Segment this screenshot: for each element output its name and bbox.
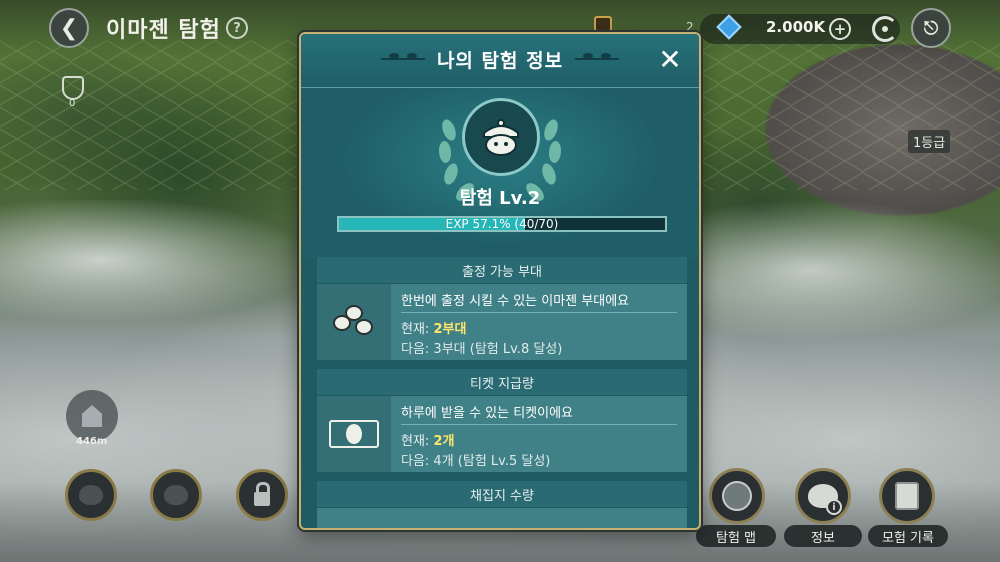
chest-icon xyxy=(594,16,612,32)
tickets-description: 하루에 받을 수 있는 티켓이에요 xyxy=(401,406,574,421)
tickets-current: 현재: 2개 xyxy=(401,430,454,449)
refresh-icon[interactable] xyxy=(872,16,898,42)
grade-badge: 1등급 xyxy=(908,130,951,153)
section-header-gathering: 채집지 수량 xyxy=(317,481,687,507)
section-header-tickets: 티켓 지급량 xyxy=(317,369,687,395)
explore-info-modal: 나의 탐험 정보 ✕ 탐험 Lv.2 EXP 57.1% (40/70) 출정 … xyxy=(299,32,701,530)
troop-slot-3-locked[interactable] xyxy=(236,469,288,521)
shield-count: 0 xyxy=(69,98,76,109)
exp-text: EXP 57.1% (40/70) xyxy=(445,217,559,231)
troop-slot-1[interactable] xyxy=(65,469,117,521)
section-card-gathering xyxy=(317,508,687,528)
modal-header: 나의 탐험 정보 ✕ xyxy=(301,34,699,88)
tickets-next: 다음: 4개 (탐험 Lv.5 달성) xyxy=(401,454,551,469)
exit-button[interactable]: ⎋ xyxy=(911,8,951,48)
mascot-icon xyxy=(483,119,519,156)
explore-level: 탐험 Lv.2 xyxy=(459,188,541,209)
level-emblem xyxy=(462,98,540,176)
close-button[interactable]: ✕ xyxy=(655,42,685,78)
page-title: 이마젠 탐험 xyxy=(106,18,221,43)
add-currency-button[interactable]: + xyxy=(829,18,851,40)
back-button[interactable]: ❮ xyxy=(49,8,89,48)
modal-title: 나의 탐험 정보 xyxy=(436,50,564,72)
section-header-troops: 출정 가능 부대 xyxy=(317,257,687,283)
level-emblem-area: 탐험 Lv.2 EXP 57.1% (40/70) xyxy=(301,88,699,258)
card-icon-box xyxy=(317,396,391,472)
mascot-icon xyxy=(164,485,188,505)
globe-icon xyxy=(722,481,752,511)
adventure-record-button[interactable] xyxy=(879,468,935,524)
exit-door-icon: ⎋ xyxy=(923,17,939,39)
info-icon: i xyxy=(826,499,842,515)
back-arrow-icon: ❮ xyxy=(59,15,79,41)
info-label[interactable]: 정보 xyxy=(784,525,862,547)
book-icon xyxy=(895,482,919,510)
troops-next: 다음: 3부대 (탐험 Lv.8 달성) xyxy=(401,342,563,357)
distance-label: 446m xyxy=(76,436,108,447)
troop-icon xyxy=(331,305,377,339)
leaf-ornament-icon xyxy=(575,53,619,68)
troops-description: 한번에 출정 시킬 수 있는 이마젠 부대에요 xyxy=(401,294,630,309)
mascot-icon xyxy=(79,485,103,505)
exp-progress-bar: EXP 57.1% (40/70) xyxy=(337,216,667,232)
tickets-current-value: 2개 xyxy=(433,434,455,449)
section-card-tickets: 하루에 받을 수 있는 티켓이에요 현재: 2개 다음: 4개 (탐험 Lv.5… xyxy=(317,396,687,472)
troops-current: 현재: 2부대 xyxy=(401,318,466,337)
currency-value: 2.000K xyxy=(766,18,826,36)
explore-map-button[interactable] xyxy=(709,468,765,524)
card-icon-box xyxy=(317,284,391,360)
explore-map-label[interactable]: 탐험 맵 xyxy=(696,525,776,547)
divider xyxy=(401,424,677,425)
current-prefix: 현재: xyxy=(401,322,430,337)
troops-current-value: 2부대 xyxy=(433,322,467,337)
house-icon xyxy=(82,405,102,427)
help-icon[interactable]: ? xyxy=(226,17,248,39)
adventure-record-label[interactable]: 모험 기록 xyxy=(868,525,948,547)
lock-icon xyxy=(254,482,270,506)
current-prefix: 현재: xyxy=(401,434,430,449)
divider xyxy=(401,312,677,313)
troop-slot-2[interactable] xyxy=(150,469,202,521)
home-marker[interactable] xyxy=(66,390,118,442)
info-button[interactable]: i xyxy=(795,468,851,524)
shield-icon xyxy=(62,76,84,100)
ticket-icon xyxy=(329,420,379,448)
section-card-troops: 한번에 출정 시킬 수 있는 이마젠 부대에요 현재: 2부대 다음: 3부대 … xyxy=(317,284,687,360)
